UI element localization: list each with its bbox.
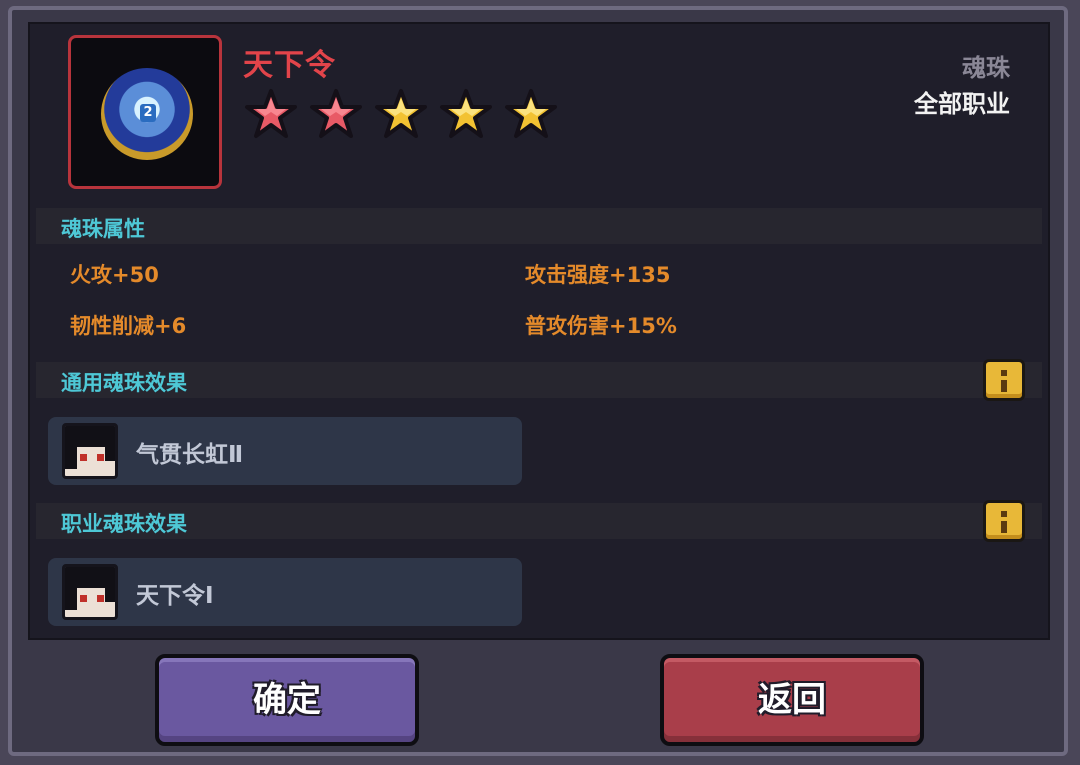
gold-star-icon (375, 89, 427, 138)
section-class-effect-title: 职业魂珠效果 (61, 512, 187, 536)
item-name: 天下令 (243, 48, 336, 83)
orb-digit: 2 (140, 104, 156, 122)
item-icon-frame: 2 (68, 35, 222, 189)
class-effect-card[interactable]: 天下令Ⅰ (48, 558, 522, 626)
general-effect-info-button[interactable] (983, 359, 1025, 401)
item-type: 魂珠 (962, 54, 1010, 82)
red-star-icon (245, 89, 297, 138)
general-effect-card[interactable]: 气贯长虹Ⅱ (48, 417, 522, 485)
class-restriction: 全部职业 (914, 90, 1010, 118)
section-class-effect: 职业魂珠效果 (36, 503, 1042, 539)
confirm-button[interactable]: 确定 (155, 654, 419, 746)
gold-star-icon (505, 89, 557, 138)
character-avatar (62, 423, 118, 479)
back-button[interactable]: 返回 (660, 654, 924, 746)
section-general-effect: 通用魂珠效果 (36, 362, 1042, 398)
soul-orb-icon: 2 (101, 68, 193, 160)
attribute-item: 攻击强度+135 (525, 263, 671, 287)
star-rating (243, 88, 559, 140)
gold-star-icon (440, 89, 492, 138)
class-effect-name: 天下令Ⅰ (136, 583, 214, 609)
general-effect-name: 气贯长虹Ⅱ (136, 442, 244, 468)
attribute-item: 普攻伤害+15% (525, 314, 677, 338)
section-general-effect-title: 通用魂珠效果 (61, 371, 187, 395)
section-attributes: 魂珠属性 (36, 208, 1042, 244)
attribute-item: 韧性削减+6 (70, 314, 187, 338)
class-effect-info-button[interactable] (983, 500, 1025, 542)
section-attributes-title: 魂珠属性 (61, 217, 145, 241)
red-star-icon (310, 89, 362, 138)
attribute-item: 火攻+50 (70, 263, 159, 287)
character-avatar (62, 564, 118, 620)
